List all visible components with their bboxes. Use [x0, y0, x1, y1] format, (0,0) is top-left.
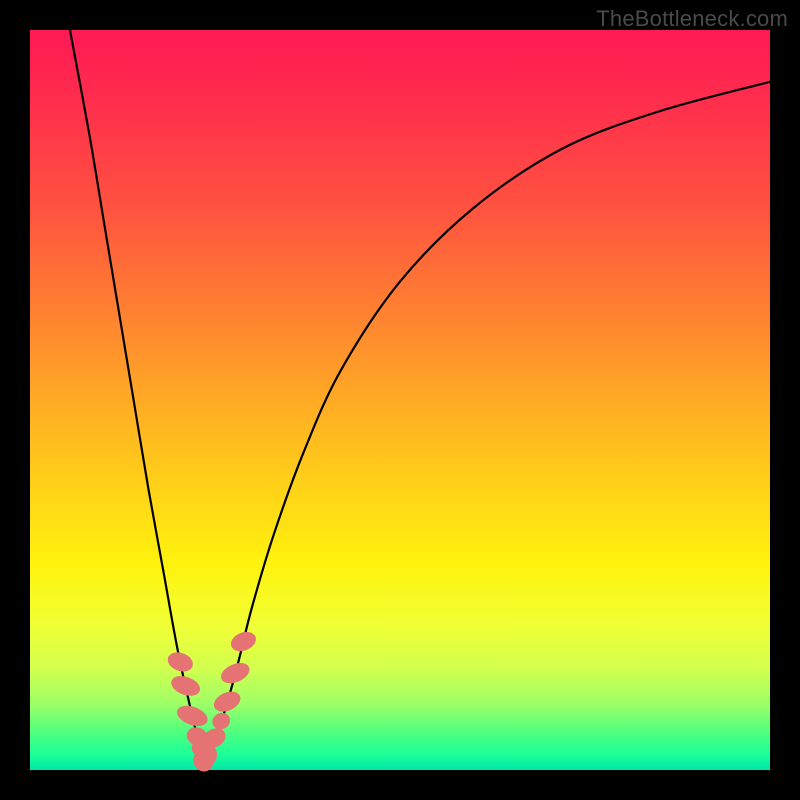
curve-marker [218, 659, 253, 687]
curve-marker [168, 672, 202, 699]
watermark-text: TheBottleneck.com [596, 6, 788, 32]
curve-marker-group [165, 628, 259, 774]
curve-marker [211, 688, 244, 716]
curve-right-branch [204, 82, 770, 763]
curve-marker [165, 649, 196, 675]
curve-marker [174, 702, 210, 730]
curve-marker [228, 628, 259, 654]
bottleneck-curve-chart [30, 30, 770, 770]
curve-marker [210, 710, 233, 732]
chart-gradient-background [30, 30, 770, 770]
curve-left-branch [70, 30, 204, 763]
